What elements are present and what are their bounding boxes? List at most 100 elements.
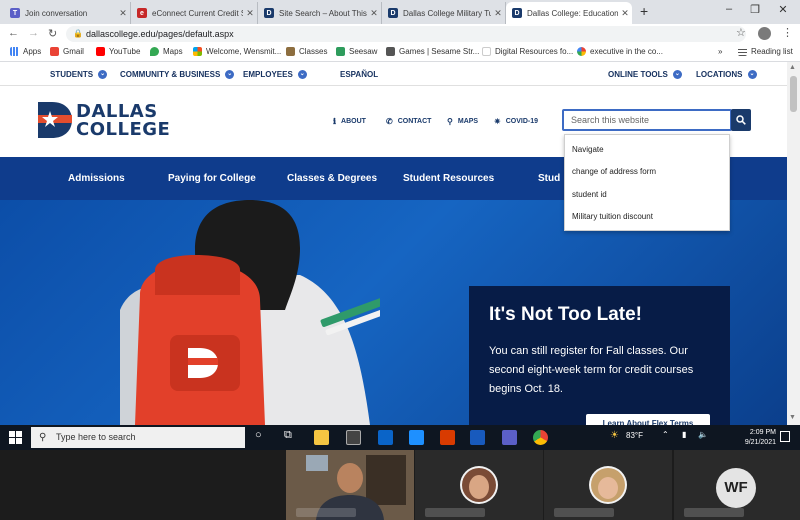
windows-start-icon[interactable] <box>9 431 22 444</box>
task-view-icon[interactable]: ⧉ <box>284 429 292 442</box>
participant-tile[interactable] <box>415 450 543 520</box>
link-about[interactable]: ℹ ABOUT <box>333 117 366 126</box>
tab-label: Site Search – About This <box>279 8 367 18</box>
weather-temp[interactable]: 83°F <box>626 431 643 440</box>
sesame-street-icon <box>386 47 395 56</box>
maximize-icon[interactable]: ❐ <box>744 3 766 16</box>
suggestion-item[interactable]: Navigate <box>572 145 604 154</box>
bookmark-gmail[interactable]: Gmail <box>50 47 84 56</box>
bookmark-youtube[interactable]: YouTube <box>96 47 140 56</box>
link-contact[interactable]: ✆ CONTACT <box>386 117 431 126</box>
bookmark-label: Digital Resources fo... <box>495 47 574 56</box>
taskbar-search-input[interactable]: ⚲ Type here to search <box>31 427 245 448</box>
participant-name-bar <box>425 508 485 517</box>
search-button[interactable] <box>731 109 751 131</box>
close-icon[interactable]: ✕ <box>618 8 632 19</box>
url-field[interactable]: 🔒 dallascollege.edu/pages/default.aspx <box>66 26 746 42</box>
participant-tile[interactable] <box>286 450 414 520</box>
more-bookmarks-button[interactable]: » <box>718 47 722 56</box>
participant-name-bar <box>684 508 744 517</box>
chevron-down-icon: ⌄ <box>672 70 682 79</box>
chrome-icon[interactable] <box>533 430 548 445</box>
bookmark-label: Apps <box>23 47 42 56</box>
cortana-icon[interactable]: ○ <box>255 429 262 441</box>
close-icon[interactable]: ✕ <box>243 8 257 19</box>
bookmark-classes[interactable]: Classes <box>286 47 327 56</box>
back-arrow-icon[interactable]: ← <box>8 27 19 39</box>
utility-community-business[interactable]: COMMUNITY & BUSINESS ⌄ <box>120 70 235 79</box>
suggestion-item[interactable]: change of address form <box>572 167 656 176</box>
nav-classes-degrees[interactable]: Classes & Degrees <box>287 173 377 184</box>
bookmark-seesaw[interactable]: Seesaw <box>336 47 377 56</box>
app-icon[interactable] <box>409 430 424 445</box>
word-icon[interactable] <box>470 430 485 445</box>
utility-students[interactable]: STUDENTS ⌄ <box>50 70 108 79</box>
participant-tile[interactable]: WF <box>674 450 800 520</box>
tab-dallas-college-education[interactable]: D Dallas College: Education ✕ <box>506 2 632 24</box>
chevron-down-icon: ⌄ <box>225 70 235 79</box>
utility-employees[interactable]: EMPLOYEES ⌄ <box>243 70 307 79</box>
utility-locations[interactable]: LOCATIONS ⌄ <box>696 70 757 79</box>
menu-dots-icon[interactable]: ⋮ <box>782 26 793 39</box>
minimize-icon[interactable]: – <box>718 3 740 15</box>
close-window-icon[interactable]: ✕ <box>772 3 794 16</box>
scroll-thumb[interactable] <box>790 76 797 112</box>
reload-icon[interactable]: ↻ <box>48 27 57 40</box>
participant-tile[interactable] <box>544 450 672 520</box>
participant-name-bar <box>296 508 356 517</box>
url-text: dallascollege.edu/pages/default.aspx <box>86 29 234 39</box>
system-clock[interactable]: 2:09 PM 9/21/2021 <box>722 428 776 448</box>
utility-espanol[interactable]: ESPAÑOL <box>340 70 378 79</box>
link-covid[interactable]: ✷ COVID-19 <box>494 117 538 126</box>
bookmark-apps[interactable]: Apps <box>10 47 41 56</box>
search-input[interactable]: Search this website <box>562 109 732 131</box>
tab-econnect[interactable]: e eConnect Current Credit S ✕ <box>131 2 258 24</box>
dallas-favicon-icon: D <box>388 8 398 18</box>
nav-paying-for-college[interactable]: Paying for College <box>168 173 256 184</box>
chevron-down-icon: ⌄ <box>98 70 108 79</box>
nav-admissions[interactable]: Admissions <box>68 173 125 184</box>
profile-avatar-icon[interactable] <box>758 27 771 40</box>
volume-icon[interactable]: 🔈 <box>698 430 708 439</box>
bookmark-executive[interactable]: executive in the co... <box>577 47 663 56</box>
reading-list-button[interactable]: Reading list <box>738 47 793 56</box>
file-explorer-icon[interactable] <box>314 430 329 445</box>
tab-military-tuition[interactable]: D Dallas College Military Tu ✕ <box>382 2 506 24</box>
utility-label: STUDENTS <box>50 70 94 79</box>
teams-icon[interactable] <box>502 430 517 445</box>
address-bar: ← → ↻ 🔒 dallascollege.edu/pages/default.… <box>0 24 800 44</box>
close-icon[interactable]: ✕ <box>367 8 381 19</box>
chevron-up-icon[interactable]: ⌃ <box>662 430 669 439</box>
scroll-down-icon[interactable]: ▼ <box>789 414 796 421</box>
bookmark-maps[interactable]: Maps <box>150 47 183 56</box>
store-icon[interactable] <box>346 430 361 445</box>
mail-icon[interactable] <box>378 430 393 445</box>
learn-flex-terms-button[interactable]: Learn About Flex Terms <box>586 414 710 425</box>
tab-label: Join conversation <box>25 8 88 18</box>
bookmark-games[interactable]: Games | Sesame Str... <box>386 47 479 56</box>
bookmark-digital-resources[interactable]: Digital Resources fo... <box>482 47 573 56</box>
notifications-icon[interactable] <box>780 431 790 442</box>
link-maps[interactable]: ⚲ MAPS <box>447 117 478 126</box>
tab-site-search[interactable]: D Site Search – About This ✕ <box>258 2 382 24</box>
tab-join-conversation[interactable]: T Join conversation ✕ <box>4 2 131 24</box>
nav-student-resources[interactable]: Student Resources <box>403 173 494 184</box>
battery-icon[interactable]: ▮ <box>682 430 686 439</box>
close-icon[interactable]: ✕ <box>491 8 505 19</box>
new-tab-button[interactable]: + <box>640 3 648 19</box>
nav-student-life[interactable]: Stud <box>538 173 560 184</box>
suggestion-item[interactable]: Military tuition discount <box>572 212 653 221</box>
suggestion-item[interactable]: student id <box>572 190 607 199</box>
utility-online-tools[interactable]: ONLINE TOOLS ⌄ <box>608 70 682 79</box>
bookmark-welcome[interactable]: Welcome, Wensmit... <box>193 47 281 56</box>
dallas-college-logo[interactable]: DALLAS COLLEGE <box>38 101 178 140</box>
utility-label: LOCATIONS <box>696 70 743 79</box>
office-icon[interactable] <box>440 430 455 445</box>
close-icon[interactable]: ✕ <box>116 8 130 19</box>
maps-icon <box>150 47 159 56</box>
scroll-up-icon[interactable]: ▲ <box>789 64 796 71</box>
reading-list-icon <box>738 47 747 56</box>
forward-arrow-icon[interactable]: → <box>28 27 39 39</box>
vertical-scrollbar[interactable]: ▲ ▼ <box>787 62 800 425</box>
star-icon[interactable]: ☆ <box>736 26 746 39</box>
